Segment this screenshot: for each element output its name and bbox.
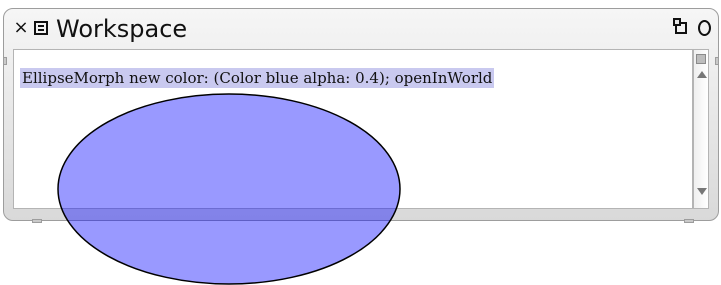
workspace-text-pane[interactable]: EllipseMorph new color: (Color blue alph… bbox=[13, 49, 693, 209]
window-title: Workspace bbox=[56, 15, 188, 43]
workspace-window[interactable]: × Workspace EllipseMorph new color: (Col… bbox=[3, 8, 719, 223]
code-line[interactable]: EllipseMorph new color: (Color blue alph… bbox=[20, 68, 495, 88]
expand-icon[interactable] bbox=[698, 20, 711, 36]
menu-icon-line bbox=[38, 25, 44, 27]
resize-handle-right[interactable] bbox=[715, 57, 719, 65]
resize-handle-left[interactable] bbox=[3, 57, 7, 65]
scrollbar-thumb[interactable] bbox=[696, 54, 706, 64]
vertical-scrollbar[interactable] bbox=[693, 49, 709, 209]
menu-icon-line bbox=[38, 29, 44, 31]
resize-handle-bottom-right[interactable] bbox=[684, 219, 694, 223]
scroll-up-icon[interactable] bbox=[697, 71, 707, 78]
scroll-down-icon[interactable] bbox=[697, 188, 707, 195]
window-titlebar[interactable]: × Workspace bbox=[4, 9, 718, 49]
close-icon[interactable]: × bbox=[12, 17, 30, 39]
menu-icon[interactable] bbox=[34, 21, 48, 35]
resize-handle-bottom-left[interactable] bbox=[32, 219, 42, 223]
collapse-icon[interactable] bbox=[673, 18, 687, 34]
